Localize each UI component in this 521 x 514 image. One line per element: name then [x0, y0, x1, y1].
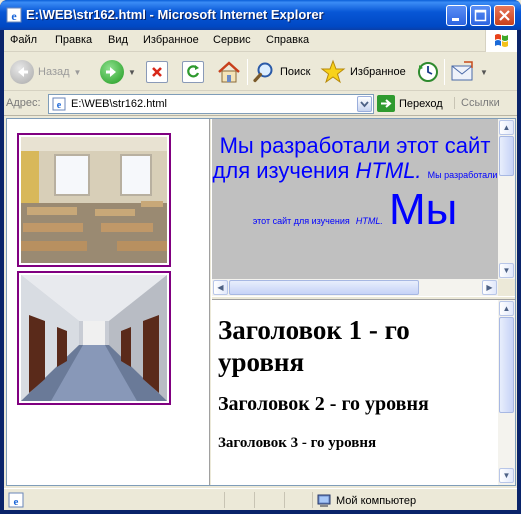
close-button[interactable] [494, 5, 515, 26]
history-icon [418, 62, 438, 82]
svg-text:e: e [11, 9, 17, 23]
toolbar-separator [444, 59, 445, 85]
search-icon [253, 62, 273, 83]
go-icon [377, 95, 395, 112]
headings-content: Заголовок 1 - го уровня Заголовок 2 - го… [212, 300, 498, 485]
menu-tools[interactable]: Сервис [213, 34, 251, 46]
back-button[interactable]: Назад ▼ [10, 56, 81, 88]
status-cell [254, 492, 284, 508]
menu-view[interactable]: Вид [108, 34, 128, 46]
browser-frame: Файл Правка Вид Избранное Сервис Справка [4, 30, 517, 510]
back-dropdown-icon[interactable]: ▼ [74, 68, 82, 77]
scroll-down-button[interactable]: ▼ [499, 468, 514, 483]
menu-file[interactable]: Файл [10, 34, 37, 46]
back-icon [10, 60, 34, 84]
back-label: Назад [38, 66, 70, 78]
svg-text:e: e [57, 100, 62, 111]
address-dropdown-button[interactable] [357, 96, 372, 112]
address-label: Адрес: [6, 97, 41, 109]
scroll-up-button[interactable]: ▲ [499, 120, 514, 135]
top-frame-vertical-scrollbar[interactable]: ▲ ▼ [498, 119, 515, 279]
standard-toolbar: Назад ▼ ▼ Поиск Избранное ▼ [4, 53, 517, 91]
security-zone[interactable]: Мой компьютер [316, 493, 416, 509]
minimize-button[interactable] [446, 5, 467, 26]
ie-icon: e [6, 7, 22, 23]
go-label: Переход [399, 97, 443, 110]
mail-icon [451, 61, 473, 81]
forward-dropdown-icon[interactable]: ▼ [128, 68, 136, 77]
scroll-up-button[interactable]: ▲ [499, 301, 514, 316]
status-cell [224, 492, 254, 508]
stop-button[interactable] [146, 56, 168, 88]
zone-label: Мой компьютер [336, 495, 417, 507]
maximize-button[interactable] [470, 5, 491, 26]
top-frame-big-html: HTML. [355, 158, 422, 183]
links-button[interactable]: Ссылки [454, 97, 500, 109]
heading-3: Заголовок 3 - го уровня [218, 435, 377, 451]
scroll-down-button[interactable]: ▼ [499, 263, 514, 278]
top-frame-text: Мы разработали этот сайт для изучения HT… [212, 119, 498, 279]
chevron-down-icon [360, 101, 369, 108]
scroll-left-button[interactable]: ◀ [213, 280, 228, 295]
menu-bar: Файл Правка Вид Избранное Сервис Справка [4, 30, 517, 52]
status-cell [284, 492, 312, 508]
heading-1: Заголовок 1 - го уровня [218, 315, 410, 377]
svg-text:e: e [14, 496, 19, 508]
window-title: E:\WEB\str162.html - Microsoft Internet … [26, 7, 324, 22]
heading-2: Заголовок 2 - го уровня [218, 393, 429, 415]
bottom-frame-vertical-scrollbar[interactable]: ▲ ▼ [498, 300, 515, 485]
refresh-icon [182, 61, 204, 83]
forward-icon [100, 60, 124, 84]
search-button[interactable]: Поиск [252, 56, 310, 88]
favorites-icon [320, 59, 346, 84]
toolbar-separator [247, 59, 248, 85]
minimize-icon [452, 18, 459, 21]
browser-window: e E:\WEB\str162.html - Microsoft Interne… [0, 0, 521, 514]
scroll-thumb[interactable] [499, 136, 514, 176]
computer-icon [317, 494, 331, 507]
menu-edit[interactable]: Правка [55, 34, 92, 46]
search-label: Поиск [280, 66, 311, 78]
mail-dropdown-icon[interactable]: ▼ [480, 68, 488, 77]
stop-icon [146, 61, 168, 83]
page-icon: e [52, 97, 66, 111]
page-status-icon: e [8, 492, 24, 508]
top-right-frame: Мы разработали этот сайт для изучения HT… [212, 119, 515, 296]
windows-logo-icon [495, 34, 508, 47]
scroll-thumb[interactable] [499, 317, 514, 413]
favorites-label: Избранное [350, 66, 406, 78]
title-bar[interactable]: e E:\WEB\str162.html - Microsoft Interne… [0, 0, 521, 30]
scroll-right-button[interactable]: ▶ [482, 280, 497, 295]
scroll-corner [498, 279, 515, 296]
windows-logo [485, 30, 517, 52]
history-button[interactable] [416, 56, 440, 88]
close-icon [499, 10, 510, 21]
scroll-thumb[interactable] [229, 280, 419, 295]
go-button[interactable]: Переход [377, 95, 443, 112]
status-bar: e Мой компьютер [4, 488, 517, 510]
left-frame [7, 119, 209, 485]
address-input[interactable]: e E:\WEB\str162.html [48, 94, 374, 114]
page-content: Мы разработали этот сайт для изучения HT… [6, 118, 516, 486]
mail-button[interactable]: ▼ [450, 56, 488, 88]
refresh-button[interactable] [182, 56, 204, 88]
top-frame-small-html: HTML. [355, 216, 383, 226]
menu-favorites[interactable]: Избранное [143, 34, 199, 46]
classroom-photo [17, 133, 171, 267]
maximize-icon [474, 9, 487, 22]
corridor-photo [17, 271, 171, 405]
address-bar: Адрес: e E:\WEB\str162.html Переход Ссыл… [4, 92, 517, 116]
address-value: E:\WEB\str162.html [71, 98, 167, 110]
home-icon [218, 61, 240, 83]
bottom-right-frame: Заголовок 1 - го уровня Заголовок 2 - го… [212, 300, 515, 485]
home-button[interactable] [216, 56, 242, 88]
forward-button[interactable]: ▼ [100, 56, 136, 88]
top-frame-huge-text: Мы [388, 185, 458, 234]
top-frame-horizontal-scrollbar[interactable]: ◀ ▶ [212, 279, 498, 296]
favorites-button[interactable]: Избранное [320, 56, 406, 88]
menu-help[interactable]: Справка [266, 34, 309, 46]
